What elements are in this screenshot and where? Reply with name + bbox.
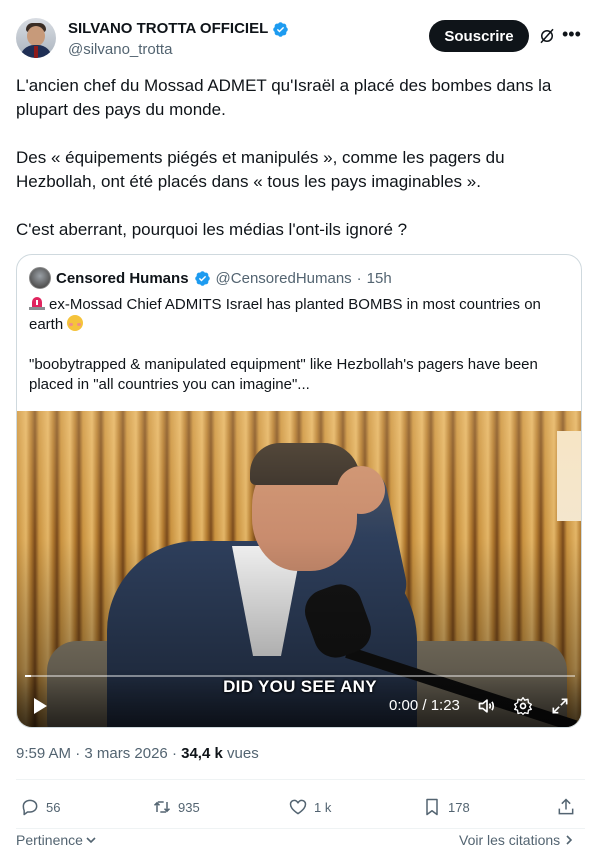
bookmark-icon xyxy=(426,798,438,816)
verified-badge-icon xyxy=(194,270,210,286)
verified-badge-icon xyxy=(273,21,289,37)
quoted-author-name: Censored Humans xyxy=(56,269,189,287)
tweet-meta: 9:59 AM · 3 mars 2026 · 34,4 k vues xyxy=(16,745,259,762)
quoted-tweet-header: Censored Humans @CensoredHumans · 15h xyxy=(29,267,392,289)
grok-icon[interactable] xyxy=(538,27,556,45)
video-subtitle: DID YOU SEE ANY xyxy=(223,677,377,696)
author-info: SILVANO TROTTA OFFICIEL @silvano_trotta xyxy=(68,20,289,60)
share-button[interactable] xyxy=(556,796,576,818)
like-button[interactable]: 1 k xyxy=(288,796,331,818)
heart-icon xyxy=(289,799,307,815)
reply-button[interactable]: 56 xyxy=(20,796,60,818)
sort-label: Pertinence xyxy=(16,832,83,848)
more-options-icon[interactable]: ••• xyxy=(562,25,582,45)
quoted-line-2: "boobytrapped & manipulated equipment" l… xyxy=(29,356,538,393)
action-bar: 56 935 1 k 178 xyxy=(16,796,585,820)
quoted-line-1: ex-Mossad Chief ADMITS Israel has plante… xyxy=(29,296,541,333)
video-player[interactable]: DID YOU SEE ANY 0:00 / 1:23 xyxy=(17,411,581,727)
views-count: 34,4 k xyxy=(181,745,223,762)
sort-dropdown[interactable]: Pertinence xyxy=(16,832,97,848)
bookmark-count: 178 xyxy=(448,799,470,815)
reply-count: 56 xyxy=(46,799,61,815)
author-display-name[interactable]: SILVANO TROTTA OFFICIEL xyxy=(68,20,268,38)
flushed-face-emoji-icon xyxy=(67,315,84,331)
tweet-time[interactable]: 9:59 AM xyxy=(16,745,71,762)
subscribe-button[interactable]: Souscrire xyxy=(429,20,529,52)
quoted-separator: · xyxy=(356,269,362,287)
siren-emoji-icon xyxy=(29,297,45,310)
divider xyxy=(16,828,585,829)
tweet-header: SILVANO TROTTA OFFICIEL @silvano_trotta … xyxy=(16,14,585,62)
volume-icon[interactable] xyxy=(477,696,497,716)
meta-separator: · xyxy=(75,745,81,762)
repost-button[interactable]: 935 xyxy=(152,796,200,818)
quoted-author-avatar xyxy=(29,267,51,289)
tweet-paragraph: L'ancien chef du Mossad ADMET qu'Israël … xyxy=(16,76,552,119)
chevron-down-icon xyxy=(86,837,96,844)
author-avatar[interactable] xyxy=(16,18,56,58)
quoted-tweet-text: ex-Mossad Chief ADMITS Israel has plante… xyxy=(29,295,569,415)
video-progress-fill xyxy=(25,675,31,677)
view-quotes-label: Voir les citations xyxy=(459,832,561,848)
like-count: 1 k xyxy=(314,799,332,815)
tweet-date[interactable]: 3 mars 2026 xyxy=(84,745,167,762)
view-quotes-link[interactable]: Voir les citations xyxy=(459,832,574,848)
tweet-text: L'ancien chef du Mossad ADMET qu'Israël … xyxy=(16,74,581,266)
author-name-row: SILVANO TROTTA OFFICIEL xyxy=(68,20,289,38)
views-label: vues xyxy=(227,745,259,762)
reply-icon xyxy=(22,799,38,816)
video-time: 0:00 / 1:23 xyxy=(389,697,460,714)
tweet-paragraph: C'est aberrant, pourquoi les médias l'on… xyxy=(16,220,408,239)
chevron-right-icon xyxy=(566,835,573,845)
fullscreen-icon[interactable] xyxy=(550,696,570,716)
quoted-author-handle: @CensoredHumans xyxy=(215,269,352,287)
quoted-tweet[interactable]: Censored Humans @CensoredHumans · 15h ex… xyxy=(16,254,582,728)
bookmark-button[interactable]: 178 xyxy=(422,796,470,818)
tweet-paragraph: Des « équipements piégés et manipulés »,… xyxy=(16,148,505,191)
play-icon[interactable] xyxy=(31,697,49,715)
repost-icon xyxy=(153,801,171,813)
author-handle[interactable]: @silvano_trotta xyxy=(68,40,289,60)
meta-separator: · xyxy=(171,745,177,762)
quoted-paragraph: ex-Mossad Chief ADMITS Israel has plante… xyxy=(29,295,569,335)
settings-gear-icon[interactable] xyxy=(513,696,533,716)
share-icon xyxy=(558,798,574,815)
divider xyxy=(16,779,585,780)
quoted-time: 15h xyxy=(366,269,392,287)
video-progress-bar[interactable] xyxy=(25,675,575,677)
repost-count: 935 xyxy=(178,799,200,815)
